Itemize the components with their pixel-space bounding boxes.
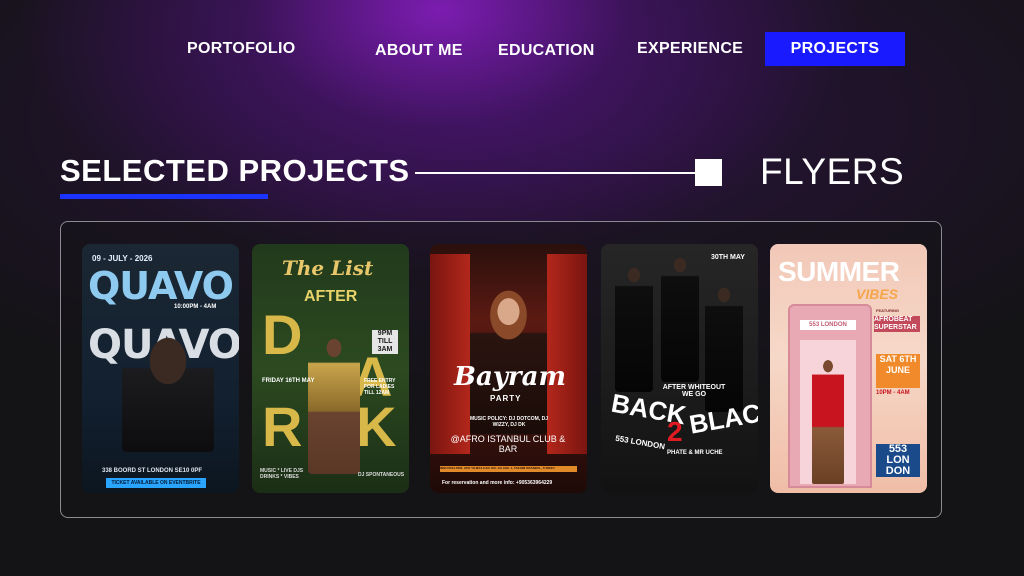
section-title: SELECTED PROJECTS: [60, 153, 410, 188]
flyer-free-entry: FREE ENTRY FOR LADIES TILL 12AM: [364, 378, 396, 396]
flyer-script-title: The List: [282, 256, 374, 280]
flyer-dj-name: DJ SPONTANEOUS: [358, 472, 405, 478]
flyer-headline: QUAVO: [88, 264, 234, 308]
flyer-subtitle: PARTY: [490, 394, 522, 403]
phone-booth-sign: 553 LONDON: [800, 320, 856, 330]
flyer-card-summer-vibes[interactable]: SUMMER VIBES 553 LONDON FEATURING AFROBE…: [770, 244, 927, 493]
flyer-model-photo: [812, 356, 844, 484]
flyer-date-badge: SAT 6TH JUNE: [876, 354, 920, 388]
flyer-artist-photo: [122, 322, 214, 452]
flyer-card-back-2-black[interactable]: 30TH MAY AFTER WHITEOUT WE GO BACK 2 BLA…: [601, 244, 758, 493]
flyer-time: 10:00PM - 4AM: [174, 304, 217, 310]
flyer-music-info: MUSIC * LIVE DJS DRINKS * VIBES: [260, 468, 304, 480]
nav-projects-active[interactable]: PROJECTS: [765, 32, 905, 66]
flyer-date: 09 - JULY - 2026: [92, 254, 153, 263]
top-navigation: PORTOFOLIO ABOUT ME EDUCATION EXPERIENCE…: [0, 0, 1024, 80]
flyer-model-photo: [308, 334, 360, 474]
flyer-subtitle: VIBES: [856, 286, 899, 302]
flyer-after-text: AFTER: [304, 288, 358, 305]
flyer-card-after-dark[interactable]: The List AFTER D A R K FRIDAY 16TH MAY F…: [252, 244, 409, 493]
flyer-day: FRIDAY 16TH MAY: [262, 378, 315, 384]
nav-education[interactable]: EDUCATION: [498, 42, 595, 60]
divider-square: [695, 159, 722, 186]
flyer-time-badge: 9PM TILL 3AM: [372, 330, 398, 354]
category-label: FLYERS: [760, 151, 905, 192]
nav-about-me[interactable]: ABOUT ME: [375, 42, 463, 60]
flyer-model-photo-2: [661, 252, 699, 382]
flyers-gallery: 09 - JULY - 2026 QUAVO 10:00PM - 4AM QUA…: [60, 221, 942, 518]
flyer-card-bayram[interactable]: Bayram PARTY MUSIC POLICY: DJ DOTCOM, DJ…: [430, 244, 587, 493]
flyer-model-photo: [470, 264, 547, 434]
flyer-venue: @AFRO ISTANBUL CLUB & BAR: [450, 434, 566, 454]
flyer-music-policy: MUSIC POLICY: DJ DOTCOM, DJ WIZZY, DJ DK: [470, 416, 548, 428]
flyer-two-text: 2: [667, 416, 683, 447]
flyer-venue: 553 LONDON: [614, 433, 666, 452]
flyer-tagline: AFTER WHITEOUT WE GO: [662, 384, 726, 398]
flyer-letter-r: R: [262, 395, 303, 458]
flyer-time: 10PM - 4AM: [876, 390, 910, 396]
flyer-venue: 553 LON DON: [876, 444, 920, 477]
flyer-artist: AFROBEAT SUPERSTAR: [874, 316, 920, 332]
flyer-featuring-label: FEATURING: [876, 308, 900, 313]
flyer-ticket-banner: TICKET AVAILABLE ON EVENTBRITE: [106, 478, 206, 488]
flyer-title: Bayram: [454, 362, 566, 392]
flyer-address: 338 BOORD ST LONDON SE10 0PF: [102, 468, 203, 474]
flyer-letter-k: K: [356, 395, 397, 458]
flyer-host: PHATE & MR UCHE: [667, 450, 723, 456]
flyer-card-quavo[interactable]: 09 - JULY - 2026 QUAVO 10:00PM - 4AM QUA…: [82, 244, 239, 493]
flyer-reservation: For reservation and more info: +90536396…: [442, 480, 553, 486]
title-underline: [60, 194, 268, 199]
flyer-title: SUMMER: [778, 256, 900, 287]
flyer-date: 30TH MAY: [711, 254, 745, 261]
nav-experience[interactable]: EXPERIENCE: [637, 40, 743, 58]
flyer-letter-d: D: [262, 303, 303, 366]
flyer-model-photo-1: [615, 262, 653, 392]
divider-line: [415, 172, 705, 174]
nav-portfolio[interactable]: PORTOFOLIO: [187, 40, 295, 58]
flyer-address-strip: INIZI PASA PER. ATIF YILMAZ CAD. NO. 1/A…: [440, 466, 577, 472]
